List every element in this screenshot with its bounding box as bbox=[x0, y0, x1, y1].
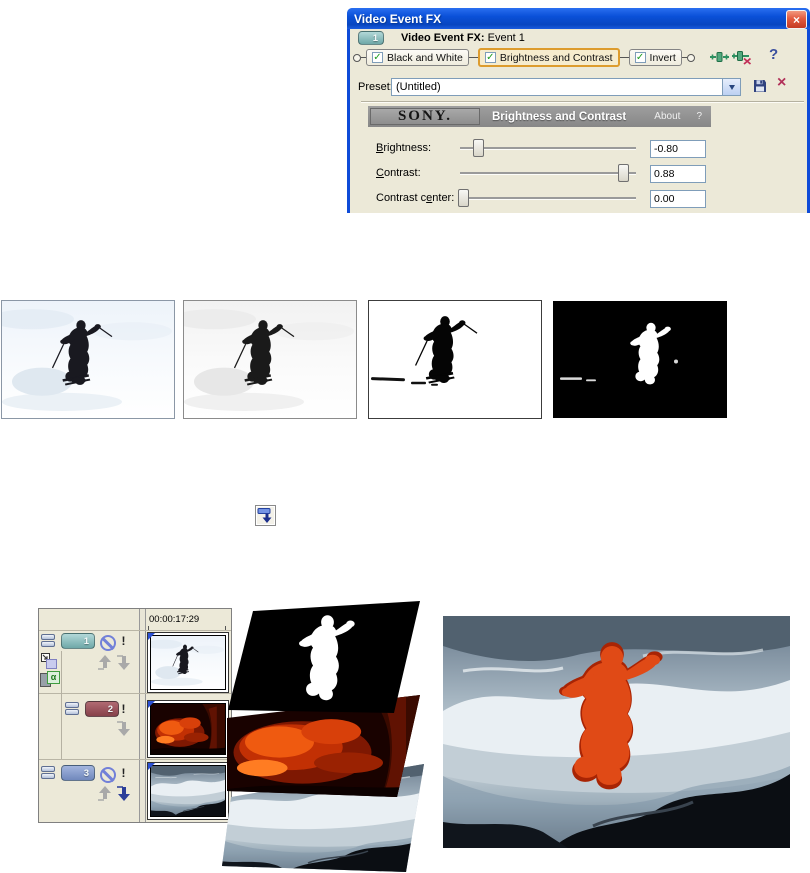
dialog-body: 1 Video Event FX: Event 1 ✓ Black and Wh… bbox=[353, 29, 804, 213]
close-button[interactable]: × bbox=[786, 10, 807, 29]
plugin-label: Invert bbox=[649, 51, 676, 64]
track1-compositing-child-arrow-icon[interactable] bbox=[117, 655, 132, 670]
close-icon: × bbox=[792, 12, 800, 27]
chain-connector bbox=[619, 57, 629, 58]
dialog-title: Video Event FX bbox=[354, 11, 442, 26]
preset-label: Preset: bbox=[358, 81, 393, 93]
child-track-indent-line bbox=[61, 651, 62, 759]
contrast-center-slider[interactable] bbox=[458, 189, 636, 208]
track1-solo-button[interactable]: ! bbox=[119, 634, 128, 648]
brightness-slider-thumb[interactable] bbox=[473, 139, 484, 157]
timecode: 00:00:17:29 bbox=[149, 614, 200, 625]
about-button[interactable]: About bbox=[654, 111, 680, 122]
contrast-slider[interactable] bbox=[460, 164, 636, 183]
contrast-value-field[interactable] bbox=[650, 165, 706, 183]
plugin-button-brightness-and-contrast[interactable]: ✓ Brightness and Contrast bbox=[477, 48, 620, 67]
track1-mute-button[interactable] bbox=[100, 635, 116, 651]
checkbox-icon[interactable]: ✓ bbox=[372, 52, 383, 63]
floppy-icon bbox=[754, 80, 766, 92]
slider-track bbox=[460, 197, 636, 200]
stage-image-inverted-mask bbox=[553, 301, 727, 418]
track3-number-chip[interactable]: 3 bbox=[61, 765, 95, 781]
contrast-center-slider-thumb[interactable] bbox=[458, 189, 469, 207]
row-separator bbox=[39, 693, 231, 694]
document-page: Video Event FX × 1 Video Event FX: Event… bbox=[0, 0, 810, 873]
track1-compositing-parent-arrow-icon[interactable] bbox=[98, 655, 113, 670]
brightness-label: Brightness: bbox=[376, 142, 432, 154]
checkbox-icon[interactable]: ✓ bbox=[484, 52, 496, 63]
plugin-button-black-and-white[interactable]: ✓ Black and White bbox=[366, 49, 469, 66]
multiply-mask-composite-mode-icon[interactable]: α bbox=[40, 670, 62, 687]
track-number: 2 bbox=[107, 703, 113, 715]
video-event-fx-dialog: Video Event FX × 1 Video Event FX: Event… bbox=[347, 8, 810, 213]
composite-result-image bbox=[443, 616, 790, 848]
alpha-icon: α bbox=[47, 671, 60, 684]
stage-image-original bbox=[1, 300, 175, 419]
chain-node-end bbox=[686, 53, 695, 62]
chain-connector bbox=[468, 57, 478, 58]
contrast-center-value-field[interactable] bbox=[650, 190, 706, 208]
stage-image-black-and-white bbox=[183, 300, 357, 419]
remove-plugin-icon[interactable] bbox=[732, 50, 752, 65]
preset-value: (Untitled) bbox=[396, 81, 441, 93]
chevron-down-icon bbox=[728, 84, 735, 90]
checkbox-icon[interactable]: ✓ bbox=[634, 52, 646, 63]
track-number: 3 bbox=[83, 767, 89, 779]
track-panel: 00:00:17:29 1 ! α 2 ! 3 ! bbox=[38, 608, 232, 823]
track-number: 1 bbox=[83, 635, 89, 647]
event-header-title: Video Event FX: Event 1 bbox=[401, 32, 525, 44]
event-header-name: Event 1 bbox=[487, 32, 525, 44]
chain-node-start bbox=[353, 53, 361, 62]
track2-compositing-child-arrow-icon[interactable] bbox=[117, 721, 132, 736]
plugin-label: Brightness and Contrast bbox=[499, 51, 613, 64]
event-fx-triangle-icon bbox=[148, 701, 155, 708]
delete-preset-button[interactable]: × bbox=[777, 75, 786, 91]
track3-compositing-parent-arrow-icon[interactable] bbox=[98, 786, 113, 801]
plugin-help-button[interactable]: ? bbox=[769, 46, 778, 63]
fx-name: Brightness and Contrast bbox=[492, 110, 627, 123]
track1-size-buttons[interactable] bbox=[41, 633, 58, 649]
fx-help-button[interactable]: ? bbox=[696, 111, 702, 122]
brightness-value-field[interactable] bbox=[650, 140, 706, 158]
plugin-chain: ✓ Black and White ✓ Brightness and Contr… bbox=[353, 48, 695, 67]
track-bar-glyph bbox=[257, 508, 271, 514]
track3-solo-button[interactable]: ! bbox=[119, 766, 128, 780]
track3-size-buttons[interactable] bbox=[41, 765, 58, 781]
insert-plugin-icon[interactable] bbox=[710, 50, 729, 64]
stage-image-high-contrast bbox=[368, 300, 542, 419]
contrast-center-label: Contrast center: bbox=[376, 192, 455, 204]
make-compositing-child-button[interactable] bbox=[255, 505, 276, 526]
event-number: 1 bbox=[372, 32, 378, 44]
track3-mute-button[interactable] bbox=[100, 767, 116, 783]
fx-header-bar: SONY. Brightness and Contrast About ? bbox=[368, 106, 711, 127]
save-preset-button[interactable] bbox=[753, 79, 767, 98]
plugin-button-invert[interactable]: ✓ Invert bbox=[628, 49, 682, 66]
track2-solo-button[interactable]: ! bbox=[119, 702, 128, 716]
contrast-label: Contrast: bbox=[376, 167, 421, 179]
track-divider[interactable] bbox=[139, 609, 146, 822]
sony-logo: SONY. bbox=[370, 108, 480, 125]
divider bbox=[361, 101, 804, 103]
event-fx-triangle-icon bbox=[148, 763, 155, 770]
preset-combo[interactable]: (Untitled) bbox=[391, 78, 741, 96]
event-header-prefix: Video Event FX: bbox=[401, 32, 485, 44]
preset-dropdown-button[interactable] bbox=[722, 79, 740, 95]
event-number-chip: 1 bbox=[358, 31, 384, 45]
contrast-slider-thumb[interactable] bbox=[618, 164, 629, 182]
brightness-slider[interactable] bbox=[460, 139, 636, 158]
track3-compositing-child-arrow-icon-active[interactable] bbox=[117, 786, 132, 801]
plugin-label: Black and White bbox=[387, 51, 463, 64]
row-separator bbox=[39, 759, 231, 760]
row-separator bbox=[39, 630, 231, 631]
track2-size-buttons[interactable] bbox=[65, 701, 82, 717]
track2-number-chip[interactable]: 2 bbox=[85, 701, 119, 717]
dialog-titlebar[interactable]: Video Event FX × bbox=[347, 8, 810, 29]
event-fx-triangle-icon bbox=[148, 633, 155, 640]
slider-track bbox=[460, 172, 636, 175]
slider-track bbox=[460, 147, 636, 150]
parent-composite-mode-icon[interactable] bbox=[41, 653, 58, 670]
track1-number-chip[interactable]: 1 bbox=[61, 633, 95, 649]
composite-layers-illustration bbox=[222, 601, 424, 872]
